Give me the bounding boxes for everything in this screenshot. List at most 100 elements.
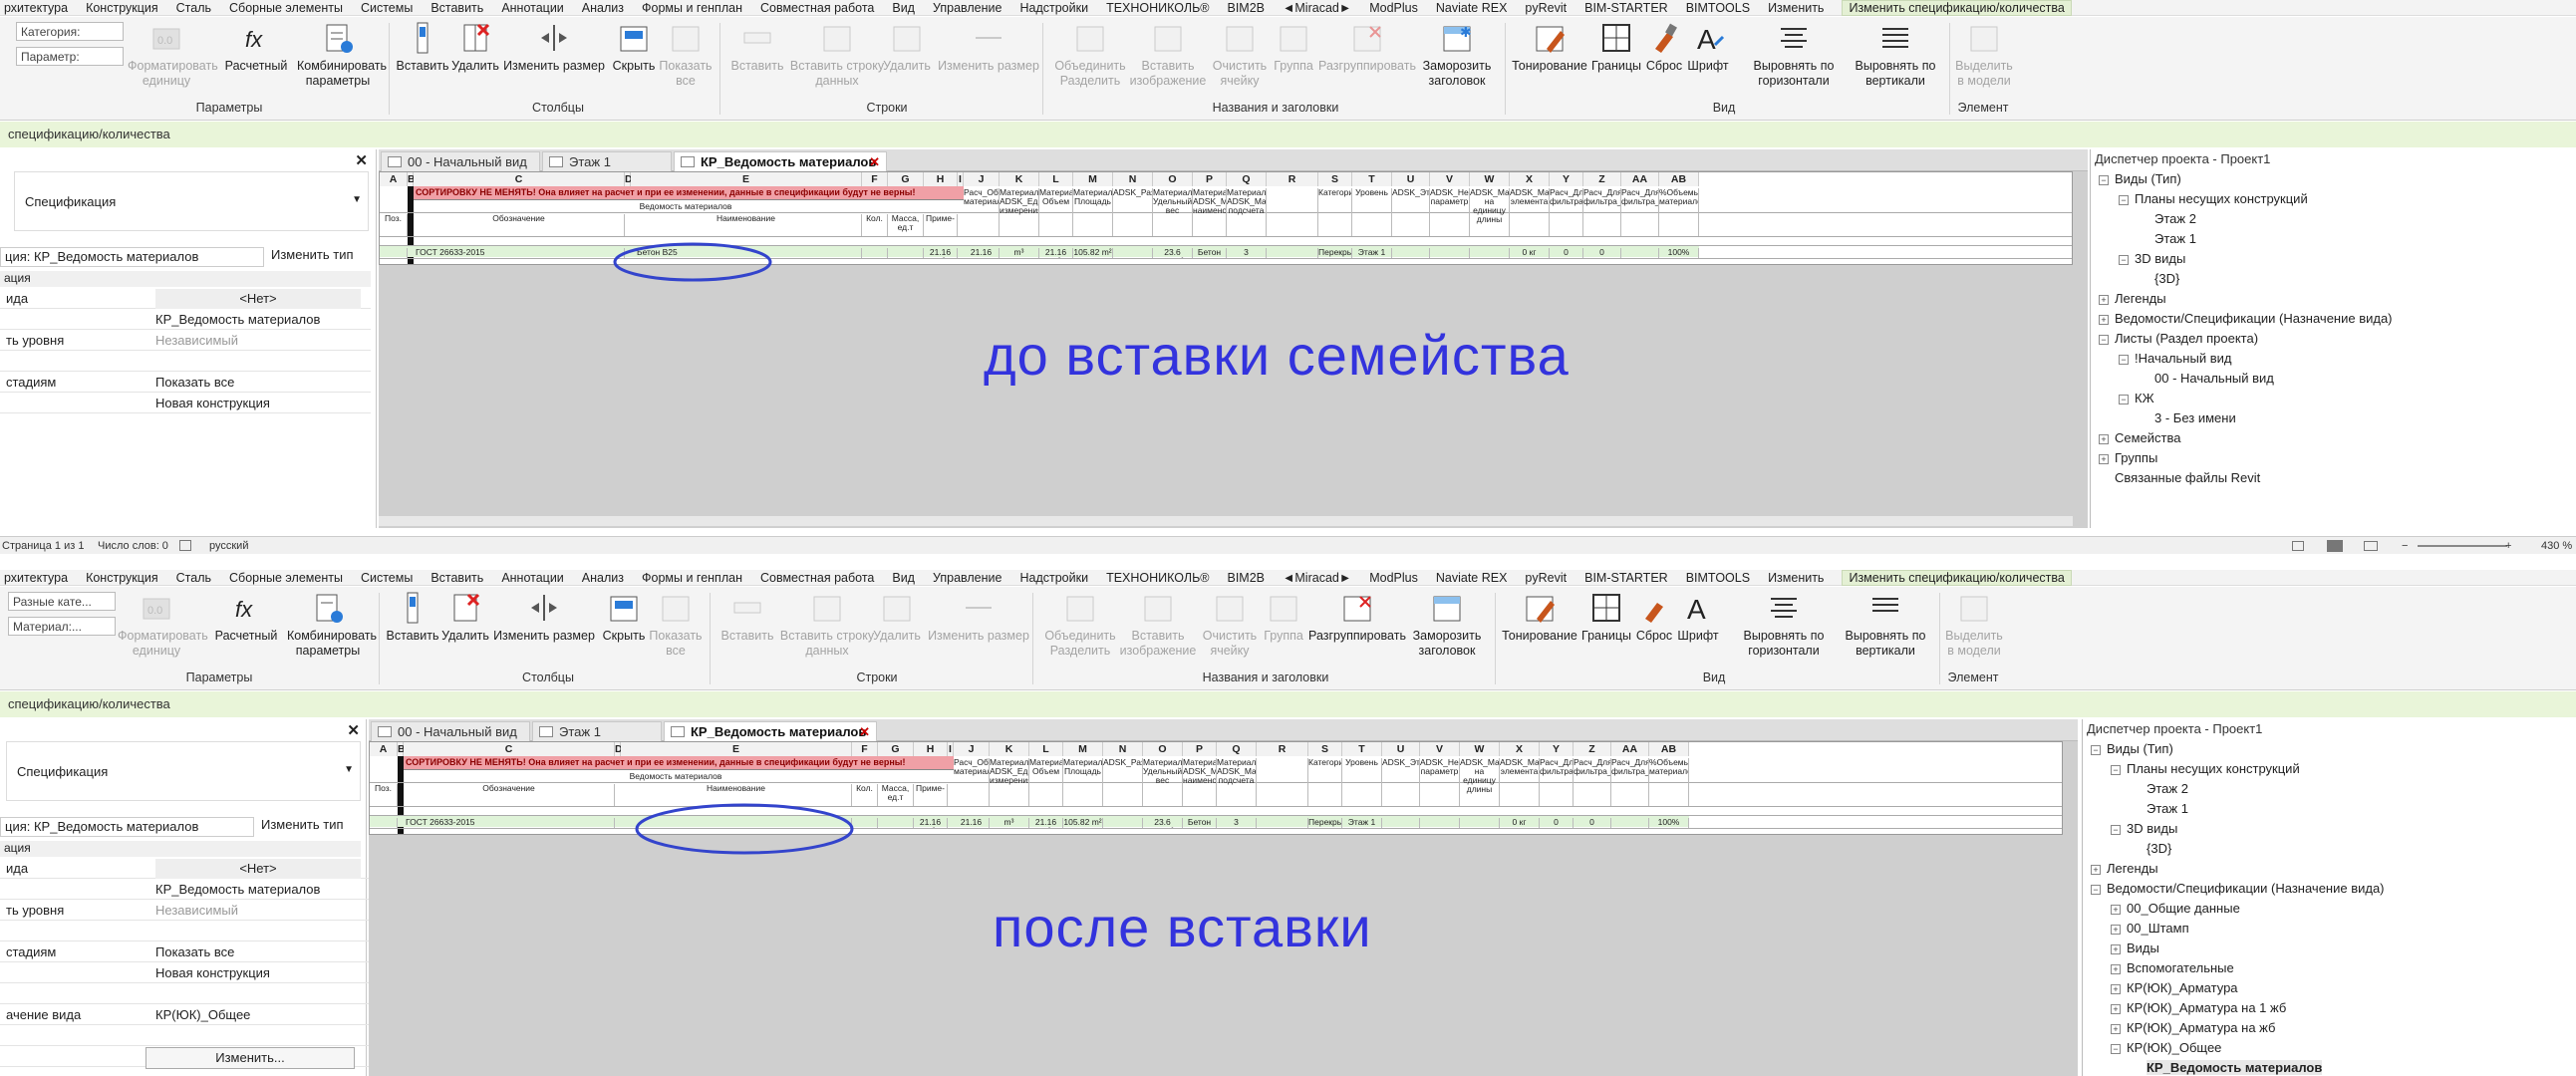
calculated-button[interactable]: fx Расчетный [211, 591, 281, 644]
shading-button[interactable]: Тонирование [1499, 591, 1580, 644]
table-cell[interactable]: 23.6 kH/m³ [1153, 248, 1193, 258]
format-unit-button[interactable]: 0.0 Форматировать единицу [128, 21, 218, 89]
valign-button[interactable]: Выровнять по вертикали [1848, 21, 1943, 89]
ribbon-tab[interactable]: BIM-STARTER [1584, 571, 1668, 585]
column-letter[interactable]: J [964, 172, 1000, 186]
halign-button[interactable]: Выровнять по горизонтали [1732, 591, 1836, 659]
column-header[interactable]: ADSK_Масса элемента [1510, 188, 1550, 236]
ribbon-tab[interactable]: BIMTOOLS [1686, 1, 1750, 15]
column-header[interactable]: Материал: ADSK_Единица измерения [1000, 188, 1039, 236]
tab-start-view[interactable]: 00 - Начальный вид [381, 151, 540, 171]
expand-icon[interactable]: + [2111, 983, 2121, 994]
column-letter[interactable]: O [1143, 742, 1183, 756]
zoom-slider[interactable] [2418, 545, 2507, 547]
column-letter[interactable]: P [1193, 172, 1227, 186]
expand-icon[interactable]: + [2099, 294, 2109, 305]
tree-node[interactable]: − Планы несущих конструкций [2111, 761, 2300, 776]
column-letter[interactable]: F [852, 742, 878, 756]
insert-image-button[interactable]: Вставить изображение [1126, 21, 1210, 89]
ribbon-tab[interactable]: pyRevit [1525, 571, 1567, 585]
collapse-icon[interactable]: − [2119, 394, 2129, 404]
delete-row-button[interactable]: Удалить [877, 21, 937, 74]
table-cell[interactable]: 21.16 m³ [1039, 248, 1073, 258]
tree-node[interactable]: − Ведомости/Спецификации (Назначение вида… [2091, 881, 2385, 896]
resize-column-button[interactable]: Изменить размер [502, 21, 606, 74]
property-value[interactable]: Показать все [155, 373, 234, 393]
column-header[interactable]: ADSK_Незаданный параметр [1430, 188, 1470, 236]
insert-column-button[interactable]: Вставить [385, 591, 440, 644]
column-letter[interactable]: M [1073, 172, 1113, 186]
column-header[interactable]: Приме- [914, 784, 948, 806]
column-letter[interactable]: N [1113, 172, 1153, 186]
ribbon-tab[interactable]: Управление [933, 1, 1002, 15]
column-letter[interactable]: G [878, 742, 914, 756]
column-letter[interactable]: M [1063, 742, 1103, 756]
column-header[interactable]: Материал: Объем [1029, 758, 1063, 806]
borders-button[interactable]: Границы [1576, 591, 1636, 644]
property-row[interactable] [0, 922, 371, 942]
insert-row-button[interactable]: Вставить [717, 591, 777, 644]
borders-button[interactable]: Границы [1586, 21, 1646, 74]
table-cell[interactable]: ГОСТ 26633-2015 [404, 818, 615, 828]
column-letter[interactable]: AB [1659, 172, 1699, 186]
column-letter[interactable]: Q [1217, 742, 1257, 756]
ribbon-tab[interactable]: Изменить [1768, 1, 1824, 15]
column-letter[interactable]: S [1318, 172, 1352, 186]
column-header[interactable]: Материал: ADSK_Материал наименование [1183, 758, 1217, 806]
type-selector[interactable]: Спецификация ▼ [6, 741, 361, 801]
column-header[interactable]: ADSK_Этаж [1392, 188, 1430, 236]
merge-button[interactable]: Объединить Разделить [1038, 591, 1122, 659]
insert-column-button[interactable]: Вставить [395, 21, 450, 74]
collapse-icon[interactable]: − [2091, 884, 2101, 895]
table-cell[interactable]: 21.16 [964, 248, 1000, 258]
clear-cell-button[interactable]: Очистить ячейку [1198, 591, 1262, 659]
resize-row-button[interactable]: Изменить размер [927, 591, 1030, 644]
table-cell[interactable] [1621, 248, 1659, 258]
reset-button[interactable]: Сброс [1642, 21, 1686, 74]
read-mode-icon[interactable] [2292, 541, 2304, 551]
tree-node[interactable]: КР_Ведомость материалов [2131, 1060, 2323, 1075]
column-letter[interactable]: U [1392, 172, 1430, 186]
collapse-icon[interactable]: − [2111, 1043, 2121, 1054]
property-row[interactable]: стадиям Показать все [0, 942, 371, 962]
tree-node[interactable]: − КР(ЮК)_Общее [2111, 1040, 2221, 1055]
column-letter[interactable]: J [954, 742, 990, 756]
edit-type-button[interactable]: Изменить тип [261, 817, 344, 832]
table-cell[interactable] [1392, 248, 1430, 258]
column-letter[interactable]: V [1430, 172, 1470, 186]
column-header[interactable]: Поз. [370, 784, 398, 806]
property-value[interactable]: Новая конструкция [155, 394, 270, 413]
zoom-out-icon[interactable]: − [2402, 537, 2408, 555]
table-cell[interactable]: Этаж 1 [1342, 818, 1382, 828]
table-cell[interactable]: 0 [1583, 248, 1621, 258]
collapse-icon[interactable]: − [2119, 354, 2129, 365]
column-header[interactable] [1257, 758, 1308, 806]
tree-node[interactable]: 3 - Без имени [2139, 410, 2236, 425]
column-letter[interactable]: X [1500, 742, 1540, 756]
column-header[interactable]: Материал: Площадь [1073, 188, 1113, 236]
column-letter[interactable]: Q [1227, 172, 1267, 186]
edit-type-button[interactable]: Изменить тип [271, 247, 354, 262]
property-row[interactable]: стадиям Показать все [0, 373, 371, 393]
ribbon-tab[interactable]: ТЕХНОНИКОЛЬ® [1106, 1, 1209, 15]
property-value[interactable]: КР_Ведомость материалов [155, 310, 320, 330]
freeze-header-button[interactable]: ✱ Заморозить заголовок [1415, 21, 1499, 89]
ribbon-tab[interactable]: Совместная работа [760, 571, 874, 585]
type-selector[interactable]: Спецификация ▼ [14, 171, 369, 231]
tree-node[interactable]: + Группы [2099, 450, 2157, 465]
font-button[interactable]: A Шрифт [1684, 21, 1732, 74]
freeze-header-button[interactable]: Заморозить заголовок [1405, 591, 1489, 659]
column-letter[interactable]: Y [1540, 742, 1574, 756]
column-letter[interactable]: N [1103, 742, 1143, 756]
table-cell[interactable]: 100% [1649, 818, 1689, 828]
column-header[interactable]: Расч_Для фильтра_2 [1583, 188, 1621, 236]
property-row[interactable]: ида <Нет> [0, 289, 371, 309]
property-value[interactable]: Изменить... [145, 1047, 355, 1069]
ribbon-tab[interactable]: ◄Miracad► [1283, 1, 1351, 15]
close-tab-icon[interactable]: ✕ [869, 152, 880, 172]
column-letter[interactable]: C [414, 172, 625, 186]
column-letter[interactable]: R [1257, 742, 1308, 756]
reset-button[interactable]: Сброс [1632, 591, 1676, 644]
ribbon-tab[interactable]: Управление [933, 571, 1002, 585]
column-header[interactable]: Расч_Для фильтра_3 [1611, 758, 1649, 806]
